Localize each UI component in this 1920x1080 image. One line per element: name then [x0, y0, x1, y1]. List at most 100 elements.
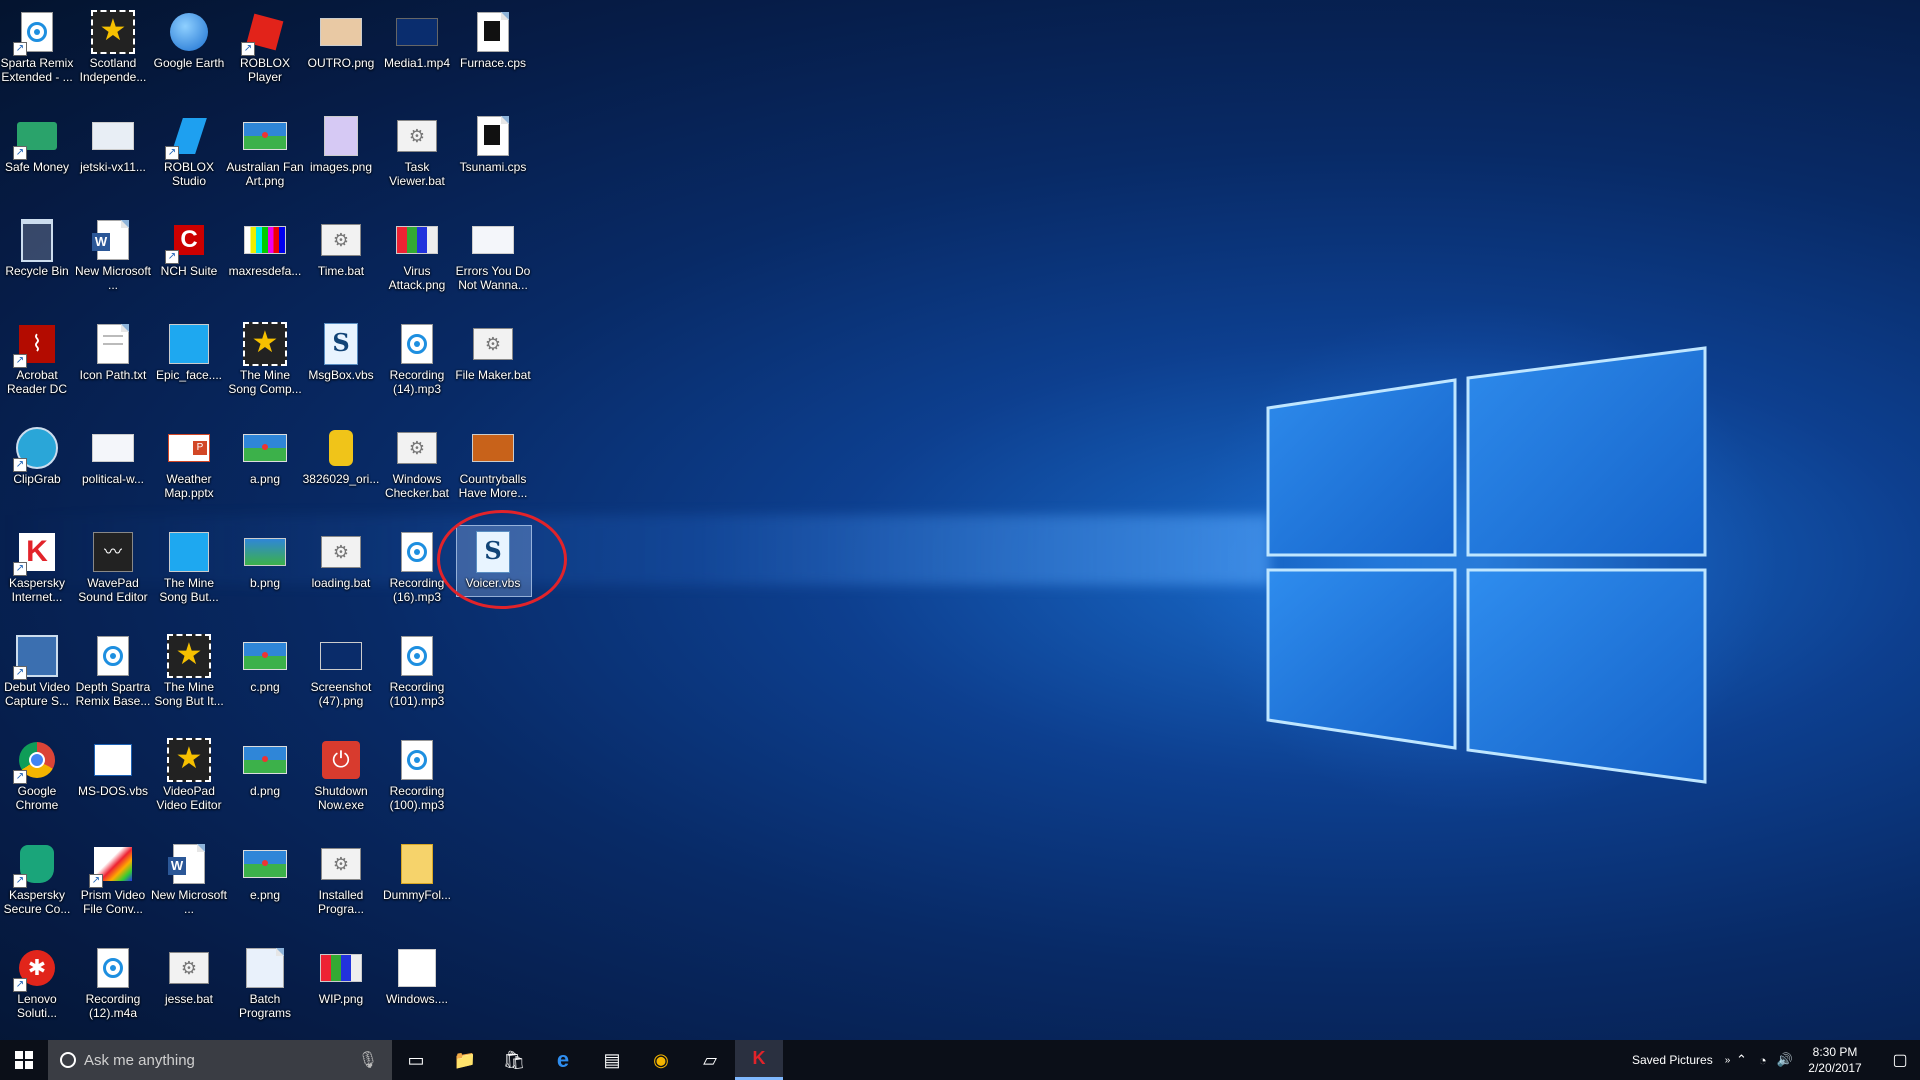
- taskbar-store-button[interactable]: 🛍: [490, 1040, 538, 1080]
- desktop-icon-maxresdefa[interactable]: maxresdefa...: [228, 212, 302, 312]
- desktop-icon-b-png[interactable]: b.png: [228, 524, 302, 624]
- desktop-icon-virus-attack-png[interactable]: Virus Attack.png: [380, 212, 454, 312]
- acrobat-icon: ⌇: [13, 322, 59, 368]
- desktop-icon-3826029-ori[interactable]: 3826029_ori...: [303, 420, 379, 520]
- desktop-icon-shutdown-now-exe[interactable]: ⏻ Shutdown Now.exe: [304, 732, 378, 832]
- desktop-icon-label: Recording (100).mp3: [389, 784, 445, 812]
- desktop-icon-c-png[interactable]: c.png: [228, 628, 302, 728]
- desktop-icon-roblox-studio[interactable]: ROBLOX Studio: [152, 108, 226, 208]
- kaspersky-icon: K: [13, 530, 59, 576]
- taskbar-kaspersky-button[interactable]: K: [735, 1040, 783, 1080]
- desktop-icon-jesse-bat[interactable]: ⚙ jesse.bat: [152, 940, 226, 1040]
- desktop-icon-sparta-remix-extended[interactable]: Sparta Remix Extended - ...: [0, 4, 74, 104]
- desktop-icon-installed-progra[interactable]: ⚙ Installed Progra...: [304, 836, 378, 936]
- desktop-icon-jetski-vx11[interactable]: jetski-vx11...: [76, 108, 150, 208]
- desktop-icon-google-earth[interactable]: Google Earth: [152, 4, 226, 104]
- desktop-icon-the-mine-song-but-it[interactable]: ★ The Mine Song But It...: [152, 628, 226, 728]
- desktop-icon-lenovo-soluti[interactable]: ✱Lenovo Soluti...: [0, 940, 74, 1040]
- desktop-icon-wavepad-sound-editor[interactable]: 〰 WavePad Sound Editor: [76, 524, 150, 624]
- taskbar-chrome-button[interactable]: ◉: [637, 1040, 685, 1080]
- desktop-icon-dummyfol[interactable]: DummyFol...: [380, 836, 454, 936]
- desktop-icon-loading-bat[interactable]: ⚙ loading.bat: [304, 524, 378, 624]
- desktop-icon-the-mine-song-comp[interactable]: ★ The Mine Song Comp...: [228, 316, 302, 416]
- desktop-icon-errors-you-do-not-wanna[interactable]: Errors You Do Not Wanna...: [456, 212, 530, 312]
- desktop-icon-safe-money[interactable]: Safe Money: [0, 108, 74, 208]
- pic-white-icon: [91, 426, 135, 470]
- logo-pane-top-right: [1466, 346, 1707, 557]
- desktop-icon-prism-video-file-conv[interactable]: Prism Video File Conv...: [76, 836, 150, 936]
- chevron-up-icon[interactable]: ⌃: [1736, 1052, 1747, 1068]
- clock[interactable]: 8:30 PM 2/20/2017: [1796, 1044, 1874, 1076]
- desktop-icon-kaspersky-secure-co[interactable]: Kaspersky Secure Co...: [0, 836, 74, 936]
- desktop-icon-label: New Microsoft ...: [74, 264, 151, 292]
- desktop-icon-a-png[interactable]: a.png: [228, 420, 302, 520]
- desktop-icon-e-png[interactable]: e.png: [228, 836, 302, 936]
- vbs-icon: S: [319, 322, 363, 366]
- tray-saved-pictures[interactable]: Saved Pictures »: [1632, 1040, 1730, 1080]
- desktop-icon-epic-face[interactable]: Epic_face....: [152, 316, 226, 416]
- desktop-icon-new-microsoft[interactable]: W New Microsoft ...: [74, 212, 151, 312]
- start-button[interactable]: [0, 1040, 48, 1080]
- taskbar-notes-button[interactable]: ▱: [686, 1040, 734, 1080]
- desktop-icon-nch-suite[interactable]: CNCH Suite: [152, 212, 226, 312]
- desktop-icon-recording-12-m4a[interactable]: Recording (12).m4a: [76, 940, 150, 1040]
- desktop-icon-tsunami-cps[interactable]: Tsunami.cps: [456, 108, 530, 208]
- double-chevron-icon[interactable]: »: [1725, 1055, 1731, 1066]
- action-center-button[interactable]: ▢: [1880, 1040, 1920, 1080]
- taskbar-task-view-button[interactable]: ▭: [392, 1040, 440, 1080]
- folder-icon: [395, 842, 439, 886]
- desktop-icon-recycle-bin[interactable]: Recycle Bin: [0, 212, 74, 312]
- desktop[interactable]: Sparta Remix Extended - ...★Scotland Ind…: [0, 0, 1920, 1040]
- logo-pane-top-left: [1266, 378, 1457, 557]
- cps-icon: [471, 10, 515, 54]
- desktop-icon-screenshot-47-png[interactable]: Screenshot (47).png: [304, 628, 378, 728]
- desktop-icon-google-chrome[interactable]: Google Chrome: [0, 732, 74, 832]
- desktop-icon-msgbox-vbs[interactable]: S MsgBox.vbs: [304, 316, 378, 416]
- desktop-icon-new-microsoft[interactable]: W New Microsoft ...: [150, 836, 227, 936]
- desktop-icon-label: The Mine Song But It...: [154, 680, 224, 708]
- volume-icon[interactable]: 🔊: [1777, 1052, 1793, 1068]
- desktop-icon-scotland-independe[interactable]: ★ Scotland Independe...: [76, 4, 150, 104]
- desktop-icon-batch-programs[interactable]: Batch Programs: [228, 940, 302, 1040]
- pic-win-icon: [395, 946, 439, 990]
- desktop-icon-depth-spartra-remix-base[interactable]: Depth Spartra Remix Base...: [76, 628, 150, 728]
- taskbar-cmd-button[interactable]: ▤: [588, 1040, 636, 1080]
- desktop-icon-time-bat[interactable]: ⚙ Time.bat: [304, 212, 378, 312]
- desktop-icon-task-viewer-bat[interactable]: ⚙ Task Viewer.bat: [380, 108, 454, 208]
- desktop-icon-d-png[interactable]: d.png: [228, 732, 302, 832]
- desktop-icon-weather-map-pptx[interactable]: P Weather Map.pptx: [152, 420, 226, 520]
- desktop-icon-recording-101-mp3[interactable]: Recording (101).mp3: [380, 628, 454, 728]
- desktop-icon-ms-dos-vbs[interactable]: MS-DOS.vbs: [76, 732, 150, 832]
- desktop-icon-wip-png[interactable]: WIP.png: [304, 940, 378, 1040]
- desktop-icon-media1-mp4[interactable]: Media1.mp4: [380, 4, 454, 104]
- desktop-icon-acrobat-reader-dc[interactable]: ⌇Acrobat Reader DC: [0, 316, 74, 416]
- desktop-icon-outro-png[interactable]: OUTRO.png: [304, 4, 378, 104]
- desktop-icon-roblox-player[interactable]: ROBLOX Player: [228, 4, 302, 104]
- desktop-icon-icon-path-txt[interactable]: Icon Path.txt: [76, 316, 150, 416]
- desktop-icon-countryballs-have-more[interactable]: Countryballs Have More...: [456, 420, 530, 520]
- desktop-icon-file-maker-bat[interactable]: ⚙ File Maker.bat: [455, 316, 531, 416]
- search-input[interactable]: [82, 1050, 346, 1070]
- desktop-icon-videopad-video-editor[interactable]: ★ VideoPad Video Editor: [152, 732, 226, 832]
- edge-icon: e: [556, 1047, 570, 1072]
- desktop-icon-recording-100-mp3[interactable]: Recording (100).mp3: [380, 732, 454, 832]
- cps-icon: [471, 114, 515, 158]
- desktop-icon-the-mine-song-but[interactable]: The Mine Song But...: [152, 524, 226, 624]
- cortana-search-box[interactable]: 🎙: [48, 1040, 392, 1080]
- taskbar-file-explorer-button[interactable]: 📁: [441, 1040, 489, 1080]
- desktop-icon-label: New Microsoft ...: [150, 888, 227, 916]
- wifi-icon[interactable]: ◔: [1759, 1053, 1767, 1068]
- microphone-icon[interactable]: 🎙: [358, 1050, 378, 1070]
- desktop-icon-kaspersky-internet[interactable]: KKaspersky Internet...: [0, 524, 74, 624]
- desktop-icon-windows[interactable]: Windows....: [380, 940, 454, 1040]
- desktop-icon-windows-checker-bat[interactable]: ⚙ Windows Checker.bat: [380, 420, 454, 520]
- desktop-icon-australian-fan-art-png[interactable]: Australian Fan Art.png: [226, 108, 304, 208]
- taskbar-edge-button[interactable]: e: [539, 1040, 587, 1080]
- cortana-icon: [60, 1052, 76, 1068]
- desktop-icon-furnace-cps[interactable]: Furnace.cps: [456, 4, 530, 104]
- desktop-icon-political-w[interactable]: political-w...: [76, 420, 150, 520]
- desktop-icon-debut-video-capture-s[interactable]: Debut Video Capture S...: [0, 628, 74, 728]
- desktop-icon-clipgrab[interactable]: ClipGrab: [0, 420, 74, 520]
- desktop-icon-images-png[interactable]: images.png: [304, 108, 378, 208]
- desktop-icon-recording-14-mp3[interactable]: Recording (14).mp3: [380, 316, 454, 416]
